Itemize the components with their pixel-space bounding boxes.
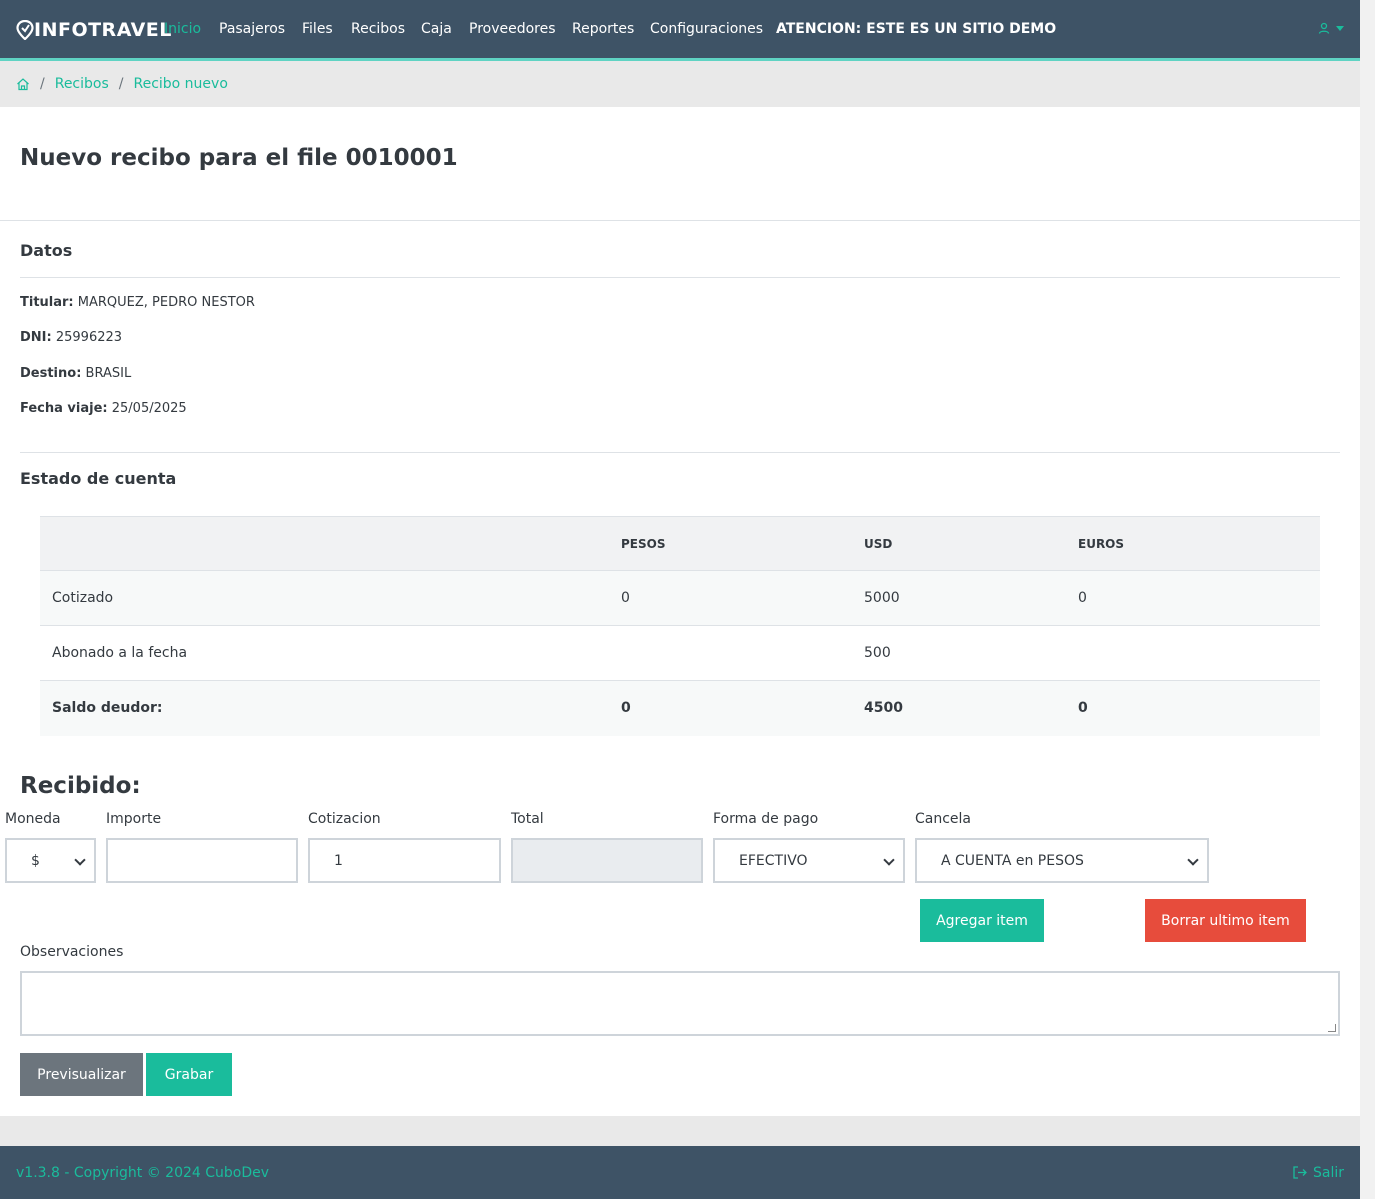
logout-link[interactable]: Salir: [1293, 1165, 1344, 1181]
breadcrumb-recibo-nuevo[interactable]: Recibo nuevo: [133, 76, 227, 92]
table-cell: 0: [1066, 680, 1320, 736]
nav-inicio[interactable]: Inicio: [164, 21, 201, 37]
demo-notice: ATENCION: ESTE ES UN SITIO DEMO: [776, 21, 1057, 37]
titular-field: Titular: MARQUEZ, PEDRO NESTOR: [20, 295, 255, 310]
titular-label: Titular:: [20, 295, 74, 310]
nav-pasajeros[interactable]: Pasajeros: [219, 21, 285, 37]
breadcrumb-separator: /: [118, 76, 124, 92]
table-cell: [609, 625, 852, 681]
nav-reportes[interactable]: Reportes: [572, 21, 634, 37]
table-cell: [1066, 625, 1320, 681]
moneda-label: Moneda: [5, 811, 61, 827]
table-cell: 500: [852, 625, 1066, 681]
observaciones-textarea[interactable]: [20, 971, 1340, 1036]
footer: v1.3.8 - Copyright © 2024 CuboDev Salir: [0, 1146, 1360, 1199]
cancela-label: Cancela: [915, 811, 972, 827]
forma-pago-label: Forma de pago: [713, 811, 819, 827]
agregar-item-button[interactable]: Agregar item: [920, 899, 1044, 942]
forma-pago-value: EFECTIVO: [739, 852, 808, 869]
dni-field: DNI: 25996223: [20, 330, 122, 345]
previsualizar-button[interactable]: Previsualizar: [20, 1053, 143, 1096]
nav-files[interactable]: Files: [302, 21, 333, 37]
cancela-select[interactable]: A CUENTA en PESOS: [915, 838, 1209, 883]
breadcrumb-separator: /: [40, 76, 45, 92]
borrar-ultimo-item-button[interactable]: Borrar ultimo item: [1145, 899, 1306, 942]
table-row: Abonado a la fecha 500: [40, 625, 1320, 681]
top-navbar: INFOTRAVEL Inicio Pasajeros Files Recibo…: [0, 0, 1360, 61]
footer-version: v1.3.8 - Copyright © 2024 CuboDev: [16, 1164, 270, 1181]
home-icon[interactable]: [16, 77, 30, 91]
table-cell: Saldo deudor:: [40, 680, 609, 736]
destino-field: Destino: BRASIL: [20, 366, 131, 381]
fecha-viaje-field: Fecha viaje: 25/05/2025: [20, 401, 187, 416]
table-row-total: Saldo deudor: 0 4500 0: [40, 680, 1320, 736]
table-cell: 0: [609, 680, 852, 736]
user-menu[interactable]: [1318, 22, 1344, 34]
vertical-scrollbar[interactable]: [1360, 0, 1375, 1199]
main-card: Nuevo recibo para el file 0010001 Datos …: [0, 107, 1360, 1116]
table-cell: 0: [1066, 570, 1320, 626]
forma-pago-select[interactable]: EFECTIVO: [713, 838, 905, 883]
divider: [0, 220, 1360, 221]
table-row: Cotizado 0 5000 0: [40, 570, 1320, 626]
fecha-viaje-label: Fecha viaje:: [20, 401, 108, 416]
page-title: Nuevo recibo para el file 0010001: [20, 145, 458, 171]
logout-icon: [1293, 1166, 1307, 1179]
dni-value: 25996223: [55, 330, 123, 345]
divider: [20, 452, 1340, 453]
table-header-row: PESOS USD EUROS: [40, 516, 1320, 571]
estado-title: Estado de cuenta: [20, 469, 177, 488]
table-cell: Cotizado: [40, 570, 609, 626]
logout-label: Salir: [1312, 1164, 1344, 1181]
destino-label: Destino:: [20, 366, 82, 381]
cotizacion-input[interactable]: 1: [308, 838, 501, 883]
cancela-value: A CUENTA en PESOS: [941, 852, 1084, 869]
divider: [20, 277, 1340, 278]
breadcrumb-recibos[interactable]: Recibos: [55, 76, 109, 92]
breadcrumb: / Recibos / Recibo nuevo: [0, 61, 1360, 107]
fecha-viaje-value: 25/05/2025: [111, 401, 187, 416]
titular-value: MARQUEZ, PEDRO NESTOR: [77, 295, 255, 310]
moneda-select[interactable]: $: [5, 838, 96, 883]
column-header: [40, 516, 609, 571]
user-icon: [1318, 22, 1330, 34]
column-header-euros: EUROS: [1066, 516, 1320, 571]
map-pin-icon: [16, 20, 34, 40]
cotizacion-label: Cotizacion: [308, 811, 381, 827]
caret-down-icon: [1336, 25, 1344, 31]
nav-configuraciones[interactable]: Configuraciones: [650, 21, 763, 37]
table-cell: Abonado a la fecha: [40, 625, 609, 681]
recibido-title: Recibido:: [20, 773, 141, 799]
dni-label: DNI:: [20, 330, 52, 345]
datos-title: Datos: [20, 241, 73, 260]
column-header-usd: USD: [852, 516, 1066, 571]
total-label: Total: [511, 811, 544, 827]
nav-proveedores[interactable]: Proveedores: [469, 21, 556, 37]
table-cell: 4500: [852, 680, 1066, 736]
grabar-button[interactable]: Grabar: [146, 1053, 232, 1096]
estado-cuenta-table: PESOS USD EUROS Cotizado 0 5000 0 Abonad…: [40, 516, 1320, 736]
column-header-pesos: PESOS: [609, 516, 852, 571]
importe-input[interactable]: [106, 838, 298, 883]
importe-label: Importe: [106, 811, 162, 827]
moneda-value: $: [31, 852, 40, 869]
destino-value: BRASIL: [85, 366, 132, 381]
cotizacion-value: 1: [334, 852, 343, 869]
nav-caja[interactable]: Caja: [421, 21, 452, 37]
brand-name: INFOTRAVEL: [34, 19, 172, 41]
table-cell: 5000: [852, 570, 1066, 626]
observaciones-label: Observaciones: [20, 944, 124, 960]
brand-logo[interactable]: INFOTRAVEL: [16, 19, 172, 41]
nav-recibos[interactable]: Recibos: [351, 21, 405, 37]
total-input: [511, 838, 703, 883]
table-cell: 0: [609, 570, 852, 626]
resize-handle[interactable]: [1328, 1024, 1336, 1032]
